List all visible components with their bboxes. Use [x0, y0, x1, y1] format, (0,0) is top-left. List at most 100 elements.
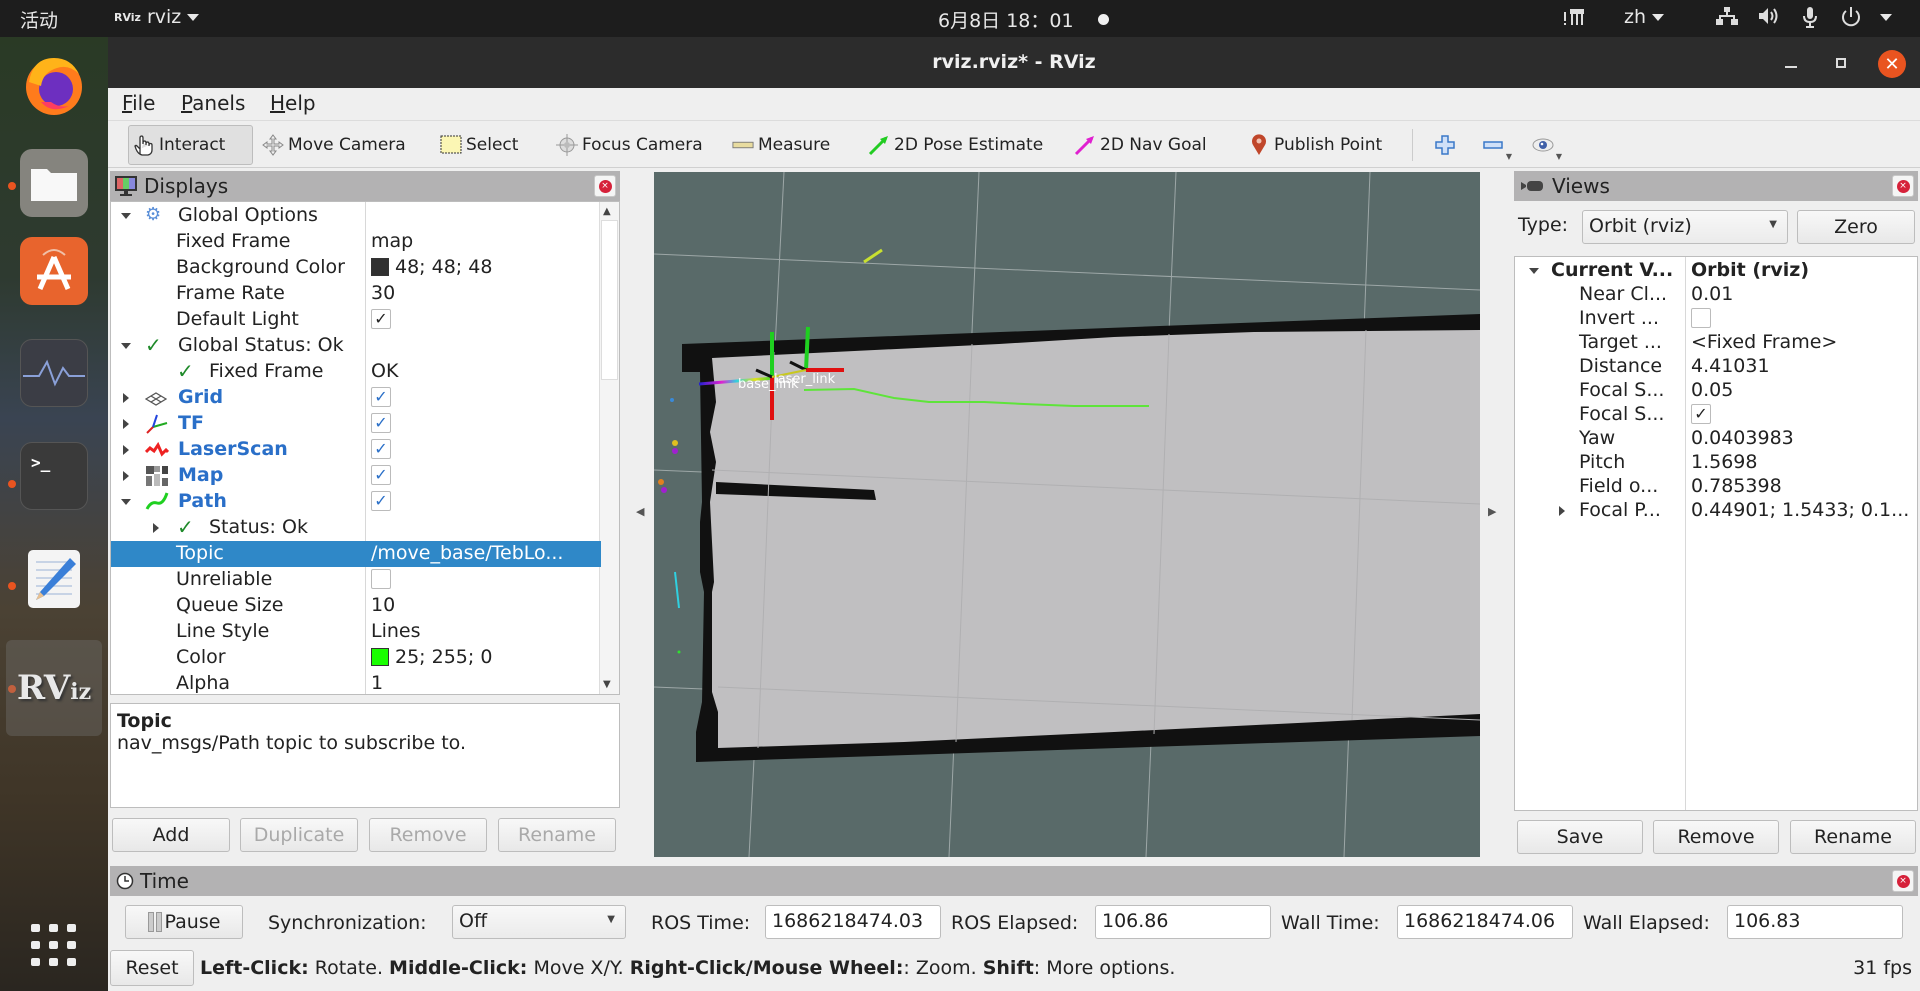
default-light-checkbox[interactable]: ✓ [371, 309, 391, 329]
tree-row-view-property[interactable]: Focal S... ✓ [1515, 402, 1917, 428]
property-value[interactable]: 10 [371, 594, 395, 616]
tree-row-frame-rate[interactable]: Frame Rate 30 [111, 281, 601, 307]
tool-2d-pose-estimate[interactable]: 2D Pose Estimate [864, 125, 1047, 165]
map-enabled-checkbox[interactable]: ✓ [371, 465, 391, 485]
rename-view-button[interactable]: Rename [1790, 820, 1916, 854]
displays-scrollbar[interactable]: ▲ ▼ [599, 202, 619, 694]
close-button[interactable]: ✕ [1878, 50, 1906, 78]
scroll-up-arrow-icon[interactable]: ▲ [603, 206, 611, 217]
tree-row-view-property[interactable]: Focal P... 0.44901; 1.5433; 0.1... [1515, 498, 1917, 524]
grid-enabled-checkbox[interactable]: ✓ [371, 387, 391, 407]
expand-arrow-icon[interactable] [121, 213, 131, 219]
activities-button[interactable]: 活动 [20, 6, 58, 33]
network-icon[interactable] [1716, 6, 1738, 26]
add-display-button[interactable]: Add [112, 818, 230, 852]
dock-app-terminal[interactable]: >_ [20, 442, 88, 510]
expand-arrow-icon[interactable] [123, 393, 129, 403]
tree-row-default-light[interactable]: Default Light ✓ [111, 307, 601, 333]
scroll-down-arrow-icon[interactable]: ▼ [603, 679, 611, 690]
expand-arrow-icon[interactable] [1559, 506, 1565, 516]
tree-row-global-options[interactable]: ⚙ Global Options [111, 203, 601, 229]
maximize-button[interactable] [1828, 50, 1854, 76]
tree-row-grid[interactable]: Grid ✓ [111, 385, 601, 411]
tree-row-topic[interactable]: Topic /move_base/TebLo... [111, 541, 601, 567]
show-apps-icon[interactable] [29, 922, 79, 968]
menu-panels[interactable]: Panels [181, 91, 245, 115]
volume-icon[interactable] [1758, 6, 1780, 26]
duplicate-display-button[interactable]: Duplicate [240, 818, 358, 852]
focal-shape-checkbox[interactable]: ✓ [1691, 404, 1711, 424]
expand-arrow-icon[interactable] [1529, 268, 1539, 274]
tree-row-view-property[interactable]: Field o... 0.785398 [1515, 474, 1917, 500]
time-close-button[interactable]: × [1892, 870, 1914, 892]
rename-display-button[interactable]: Rename [498, 818, 616, 852]
remove-view-button[interactable]: Remove [1653, 820, 1779, 854]
laserscan-enabled-checkbox[interactable]: ✓ [371, 439, 391, 459]
scene-canvas[interactable]: base_link laser_link [654, 172, 1480, 857]
tree-row-global-status[interactable]: ✓ Global Status: Ok [111, 333, 601, 359]
collapse-left-panel-arrow-icon[interactable]: ◀ [636, 505, 644, 518]
color-swatch[interactable] [371, 258, 389, 276]
view-type-select[interactable]: Orbit (rviz) ▼ [1582, 210, 1788, 244]
menu-file[interactable]: File [122, 91, 155, 115]
property-value[interactable]: 0.44901; 1.5433; 0.1... [1691, 499, 1909, 521]
zero-view-button[interactable]: Zero [1797, 210, 1915, 244]
add-tool-button[interactable] [1430, 125, 1460, 165]
ros-time-field[interactable]: 1686218474.03 [765, 905, 941, 939]
expand-arrow-icon[interactable] [121, 499, 131, 505]
property-value[interactable]: 4.41031 [1691, 355, 1770, 377]
tree-row-path[interactable]: Path ✓ [111, 489, 601, 515]
tool-publish-point[interactable]: Publish Point [1244, 125, 1386, 165]
power-menu[interactable] [1840, 6, 1892, 28]
property-value[interactable]: 0.05 [1691, 379, 1733, 401]
expand-arrow-icon[interactable] [123, 471, 129, 481]
tool-interact[interactable]: Interact [128, 125, 253, 165]
property-value[interactable]: <Fixed Frame> [1691, 331, 1837, 353]
property-value[interactable]: 0.01 [1691, 283, 1733, 305]
topic-value[interactable]: /move_base/TebLo... [371, 542, 563, 564]
remove-display-button[interactable]: Remove [369, 818, 487, 852]
tool-focus-camera[interactable]: Focus Camera [552, 125, 707, 165]
property-value[interactable]: 25; 255; 0 [395, 646, 492, 668]
tree-row-view-property[interactable]: Focal S... 0.05 [1515, 378, 1917, 404]
property-value[interactable]: 48; 48; 48 [395, 256, 492, 278]
property-value[interactable]: map [371, 230, 413, 252]
menu-help[interactable]: Help [270, 91, 316, 115]
dock-app-files[interactable] [20, 149, 88, 217]
tree-row-queue-size[interactable]: Queue Size 10 [111, 593, 601, 619]
color-swatch[interactable] [371, 648, 389, 666]
tree-row-laserscan[interactable]: LaserScan ✓ [111, 437, 601, 463]
tree-row-color[interactable]: Color 25; 255; 0 [111, 645, 601, 671]
tool-2d-nav-goal[interactable]: 2D Nav Goal [1070, 125, 1211, 165]
property-value[interactable]: 1 [371, 672, 383, 694]
tree-row-tf[interactable]: TF ✓ [111, 411, 601, 437]
tree-row-status-fixed-frame[interactable]: ✓ Fixed Frame OK [111, 359, 601, 385]
app-menu[interactable]: RViz rviz [114, 6, 200, 28]
expand-arrow-icon[interactable] [123, 419, 129, 429]
input-method-menu[interactable]: zh [1624, 6, 1665, 28]
property-value[interactable]: 1.5698 [1691, 451, 1757, 473]
views-close-button[interactable]: × [1892, 175, 1914, 197]
indicator-icon[interactable] [1562, 6, 1586, 28]
save-view-button[interactable]: Save [1517, 820, 1643, 854]
tree-row-view-property[interactable]: Distance 4.41031 [1515, 354, 1917, 380]
ros-elapsed-field[interactable]: 106.86 [1095, 905, 1271, 939]
displays-close-button[interactable]: × [594, 175, 616, 197]
expand-arrow-icon[interactable] [123, 445, 129, 455]
tree-row-current-view[interactable]: Current V... Orbit (rviz) [1515, 258, 1917, 284]
collapse-right-panel-arrow-icon[interactable]: ▶ [1488, 505, 1496, 518]
invert-z-checkbox[interactable] [1691, 308, 1711, 328]
tree-row-path-status[interactable]: ✓ Status: Ok [111, 515, 601, 541]
unreliable-checkbox[interactable] [371, 569, 391, 589]
tree-row-line-style[interactable]: Line Style Lines [111, 619, 601, 645]
microphone-icon[interactable] [1802, 6, 1818, 28]
render-viewport[interactable]: base_link laser_link [654, 172, 1480, 857]
tool-measure[interactable]: Measure [728, 125, 834, 165]
tf-enabled-checkbox[interactable]: ✓ [371, 413, 391, 433]
remove-tool-button[interactable]: ▼ [1478, 125, 1512, 165]
tree-row-map[interactable]: Map ✓ [111, 463, 601, 489]
scrollbar-thumb[interactable] [601, 220, 618, 380]
pause-button[interactable]: Pause [125, 905, 243, 939]
tool-select[interactable]: Select [436, 125, 522, 165]
dock-app-system-monitor[interactable] [20, 339, 88, 407]
